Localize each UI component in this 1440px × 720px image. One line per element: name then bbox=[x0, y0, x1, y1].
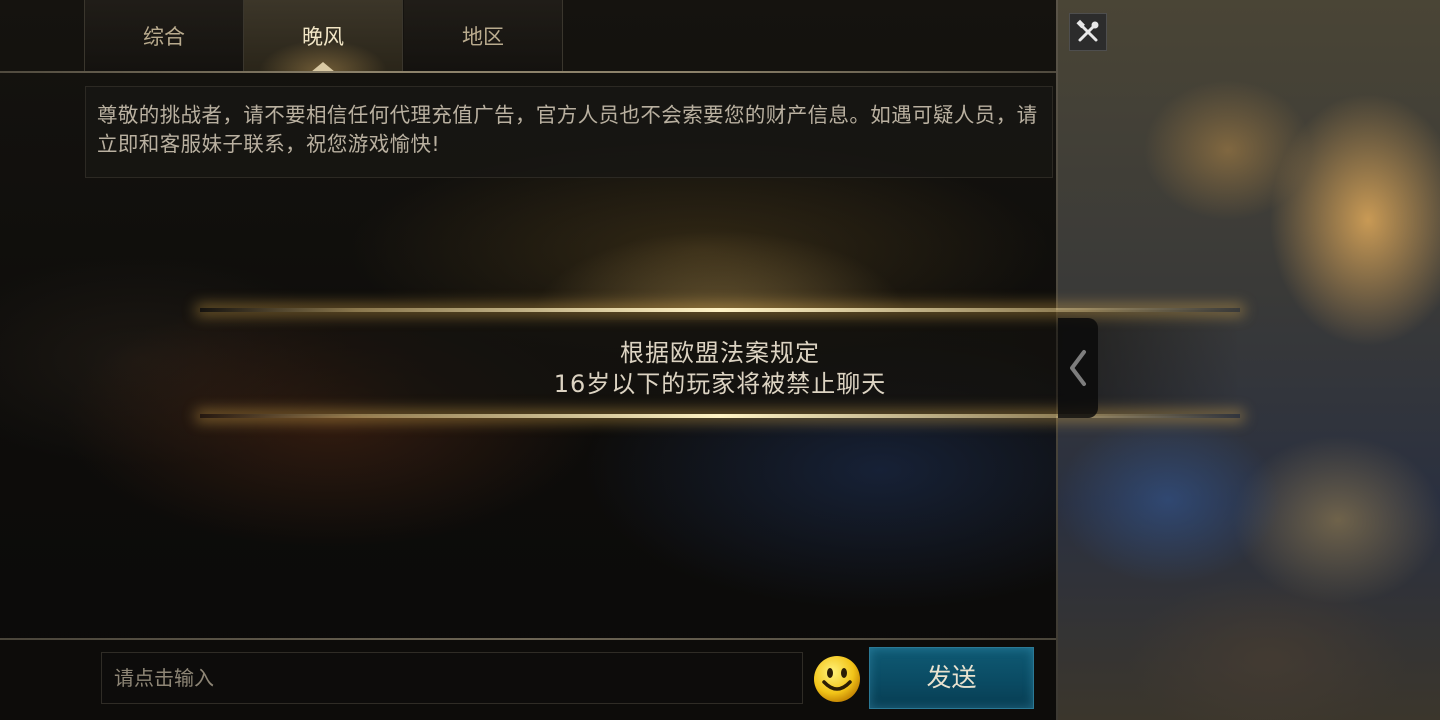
emoji-icon bbox=[814, 656, 860, 702]
tab-label: 晚风 bbox=[302, 25, 344, 49]
chevron-left-icon bbox=[1070, 350, 1086, 386]
chat-input[interactable] bbox=[101, 652, 803, 704]
tab-general[interactable]: 综合 bbox=[84, 0, 244, 72]
system-notice: 尊敬的挑战者，请不要相信任何代理充值广告，官方人员也不会索要您的财产信息。如遇可… bbox=[85, 86, 1053, 178]
channel-tab-bar: 综合 晚风 地区 bbox=[84, 0, 1056, 72]
send-button[interactable]: 发送 bbox=[869, 647, 1034, 709]
tab-underline bbox=[0, 71, 1056, 73]
collapse-panel-button[interactable] bbox=[1058, 318, 1098, 418]
tab-label: 综合 bbox=[143, 25, 185, 49]
tools-icon bbox=[1076, 19, 1099, 42]
banner-glow-top bbox=[200, 308, 1240, 312]
chat-screen: 综合 晚风 地区 尊敬的挑战者，请不要相信任何代理充值广告，官方人员也不会索要您… bbox=[0, 0, 1440, 720]
tab-label: 地区 bbox=[462, 25, 504, 49]
settings-tools-button[interactable] bbox=[1069, 13, 1107, 51]
emoji-button[interactable] bbox=[812, 654, 862, 704]
tab-region[interactable]: 地区 bbox=[404, 0, 563, 72]
banner-halo bbox=[530, 230, 910, 320]
tab-wanfeng[interactable]: 晚风 bbox=[244, 0, 403, 72]
